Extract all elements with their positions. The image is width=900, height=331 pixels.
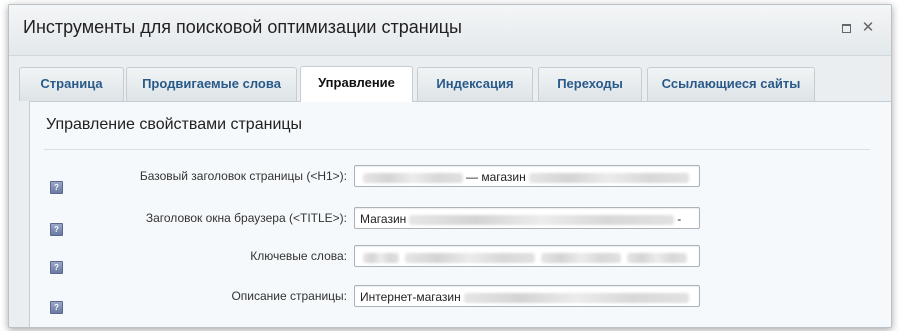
field-row-keywords: ? Ключевые слова: — [30, 245, 891, 274]
description-input[interactable]: Интернет-магазин — [354, 285, 700, 307]
field-label-description: Описание страницы: — [231, 289, 347, 303]
title-input-value: Магазин — [360, 212, 407, 226]
section-title: Управление свойствами страницы — [46, 116, 303, 133]
keywords-input[interactable] — [354, 245, 700, 267]
tab-promoted-words[interactable]: Продвигаемые слова — [126, 67, 297, 101]
tab-indexing[interactable]: Индексация — [417, 67, 533, 101]
title-input-suffix: - — [677, 212, 682, 226]
field-label-keywords: Ключевые слова: — [250, 249, 347, 263]
field-label-h1: Базовый заголовок страницы (<H1>): — [139, 169, 347, 183]
seo-tools-dialog: Инструменты для поисковой оптимизации ст… — [8, 4, 892, 328]
help-icon[interactable]: ? — [50, 223, 63, 236]
maximize-icon[interactable] — [839, 21, 853, 35]
help-icon[interactable]: ? — [50, 301, 63, 314]
tab-referring-sites[interactable]: Ссылающиеся сайты — [647, 67, 815, 101]
close-icon[interactable]: ✕ — [861, 20, 875, 35]
tab-management[interactable]: Управление — [300, 66, 413, 102]
h1-input[interactable]: — магазин — [354, 165, 700, 187]
tab-transitions[interactable]: Переходы — [538, 67, 642, 101]
dialog-title: Инструменты для поисковой оптимизации ст… — [23, 17, 462, 37]
tab-bar: Страница Продвигаемые слова Управление И… — [19, 66, 879, 102]
description-input-value: Интернет-магазин — [360, 290, 461, 304]
field-row-h1: ? Базовый заголовок страницы (<H1>): — м… — [30, 165, 891, 194]
h1-input-value: — магазин — [466, 170, 526, 184]
help-icon[interactable]: ? — [50, 261, 63, 274]
section-divider — [44, 149, 870, 150]
dialog-titlebar: Инструменты для поисковой оптимизации ст… — [9, 5, 891, 56]
field-label-title: Заголовок окна браузера (<TITLE>): — [145, 211, 347, 225]
field-row-title: ? Заголовок окна браузера (<TITLE>): Маг… — [30, 207, 891, 236]
help-icon[interactable]: ? — [50, 181, 63, 194]
field-row-description: ? Описание страницы: Интернет-магазин — [30, 285, 891, 314]
title-input[interactable]: Магазин - — [354, 207, 700, 229]
tab-page[interactable]: Страница — [19, 67, 124, 101]
management-panel: Управление свойствами страницы ? Базовый… — [29, 101, 891, 327]
